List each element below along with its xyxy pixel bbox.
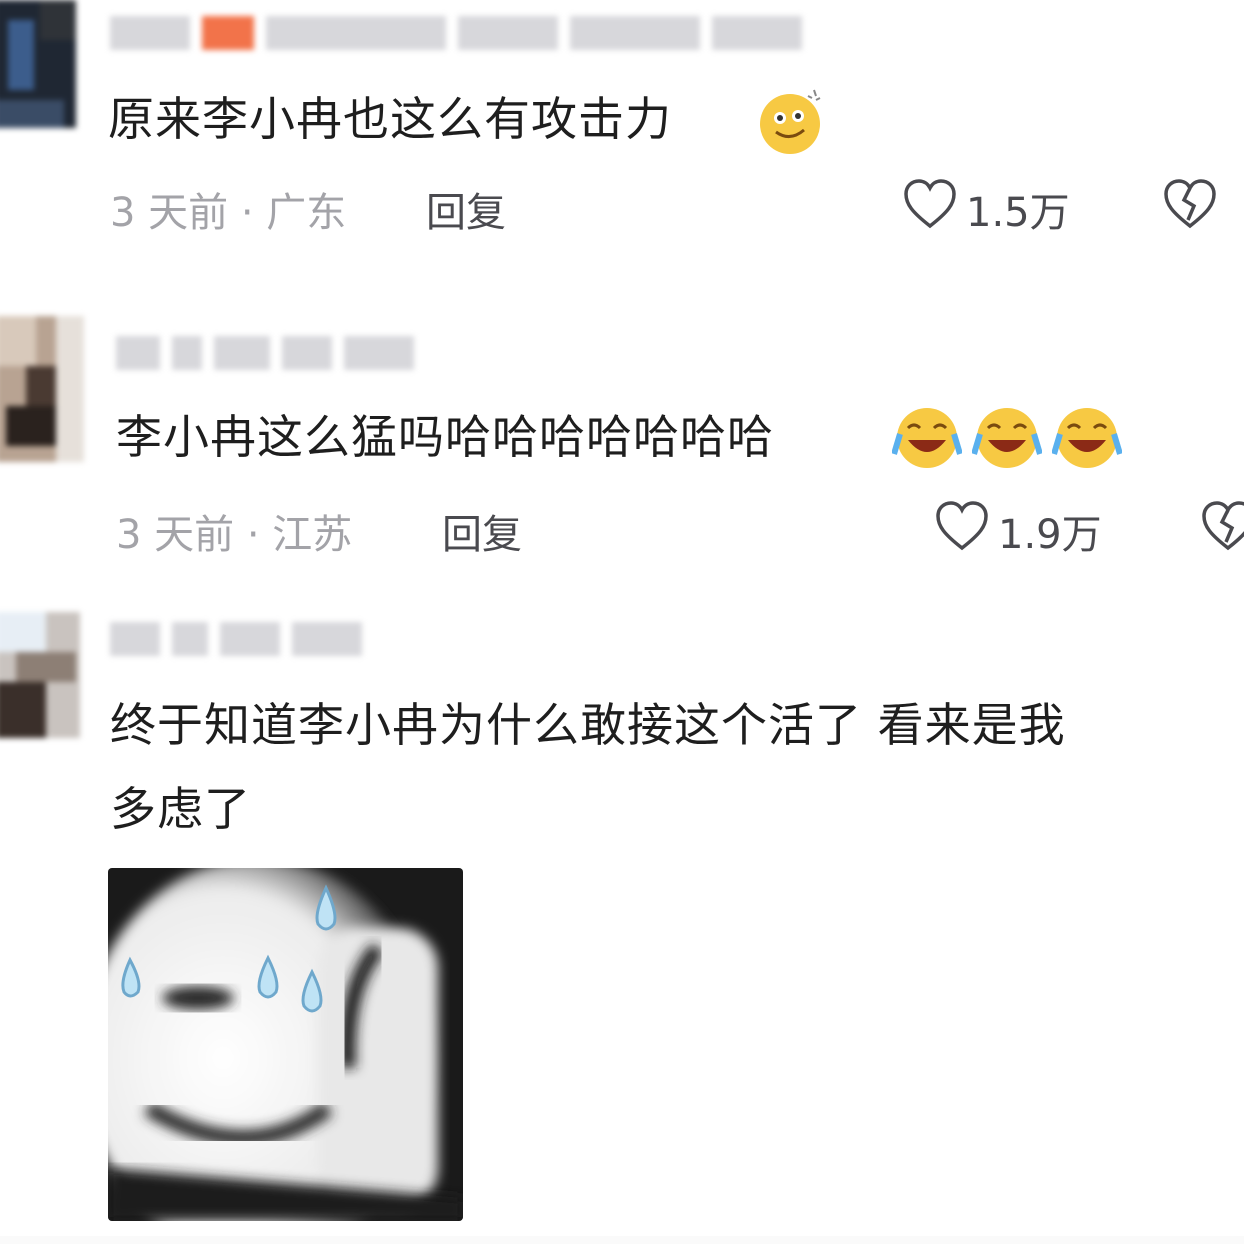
reply-button[interactable]: 回复	[442, 502, 522, 560]
smile-sweat-icon	[756, 86, 826, 160]
avatar[interactable]	[0, 612, 80, 738]
like-button[interactable]: 1.9万	[934, 500, 1102, 562]
avatar[interactable]	[0, 316, 84, 462]
time-location: 3 天前 · 江苏	[116, 512, 353, 558]
broken-heart-icon	[1162, 179, 1218, 234]
next-comment-partial	[0, 1236, 1244, 1244]
heart-icon	[902, 178, 958, 240]
comment-2: 李小冉这么猛吗哈哈哈哈哈哈哈 3 天前 · 江苏 回复 1.9万	[0, 300, 1244, 590]
emoji-group	[891, 404, 1123, 474]
time-location: 3 天前 · 广东	[110, 190, 347, 236]
comment-text: 李小冉这么猛吗哈哈哈哈哈哈哈	[116, 410, 774, 464]
comment-text-line-1: 终于知道李小冉为什么敢接这个活了 看来是我	[110, 698, 1066, 752]
dislike-button[interactable]	[1162, 178, 1218, 234]
dislike-button[interactable]	[1200, 500, 1244, 556]
heart-icon	[934, 500, 990, 562]
username-blurred[interactable]	[116, 332, 414, 374]
like-count: 1.9万	[998, 512, 1102, 558]
username-blurred[interactable]	[110, 12, 802, 54]
broken-heart-icon	[1200, 501, 1244, 556]
laugh-cry-icon	[1051, 404, 1123, 474]
sweating-meme-sticker[interactable]	[108, 868, 463, 1221]
comment-text: 原来李小冉也这么有攻击力	[108, 92, 672, 146]
username-blurred[interactable]	[110, 618, 362, 660]
avatar[interactable]	[0, 0, 76, 128]
laugh-cry-icon	[891, 404, 963, 474]
comment-1: 原来李小冉也这么有攻击力 3 天前 · 广东 回复 1.5万	[0, 0, 1244, 280]
like-button[interactable]: 1.5万	[902, 178, 1070, 240]
like-count: 1.5万	[966, 190, 1070, 236]
comment-text-line-2: 多虑了	[110, 782, 251, 836]
laugh-cry-icon	[971, 404, 1043, 474]
reply-button[interactable]: 回复	[426, 180, 506, 238]
